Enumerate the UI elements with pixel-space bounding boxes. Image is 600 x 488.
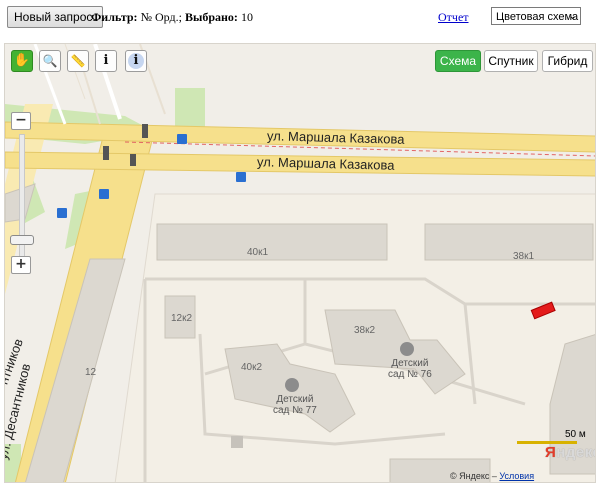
hand-icon: ✋ [13,53,31,68]
building-38k1 [424,223,594,261]
building-label-38k1: 38к1 [513,251,535,262]
kindergarten-76-line2: сад № 76 [388,369,432,380]
building-40k1 [156,223,388,261]
kindergarten-label-77: Детский сад № 77 [273,394,317,416]
map-type-scheme-button[interactable]: Схема [435,50,481,72]
map-type-hybrid-button[interactable]: Гибрид [542,50,593,72]
map-copyright: © Яндекс – Условия использования [450,471,595,482]
report-link[interactable]: Отчет [438,10,469,25]
kindergarten-76-line1: Детский [391,358,429,369]
map-canvas [5,44,595,482]
selected-count: 10 [240,10,253,24]
kindergarten-label-76: Детский сад № 76 [388,358,432,380]
zoom-in-button[interactable]: + [11,256,31,274]
kindergarten-77-line2: сад № 77 [273,405,317,416]
info-tool-button[interactable]: i [95,50,117,72]
ruler-icon: 📏 [70,54,86,68]
building-label-12k2: 12к2 [171,313,193,324]
zoom-area-tool-button[interactable]: 🔍 [39,50,61,72]
info-icon: i [103,53,109,68]
yandex-logo: Яндекс [545,444,595,461]
zoom-slider-thumb[interactable] [10,235,34,245]
filter-value: № Орд.; [140,10,182,24]
color-scheme-select[interactable]: Цветовая схема ⌄ [491,7,581,25]
selected-label: Выбрано: [184,10,238,24]
info-circle-icon: i [128,53,144,69]
plus-icon: + [15,256,27,272]
hand-tool-button[interactable]: ✋ [11,50,33,72]
building-label-38k2: 38к2 [354,325,376,336]
ruler-tool-button[interactable]: 📏 [67,50,89,72]
minus-icon: − [15,112,27,128]
building-label-40k1: 40к1 [247,247,269,258]
filter-label: Фильтр: [91,10,138,24]
filter-status: Фильтр: № Орд.; Выбрано: 10 [91,10,253,25]
building-label-12: 12 [85,367,97,378]
new-query-button[interactable]: Новый запрос. [7,6,103,28]
chevron-down-icon: ⌄ [568,11,577,22]
scale-label: 50 м [565,429,586,440]
zoom-out-button[interactable]: − [11,112,31,130]
color-scheme-value: Цветовая схема [496,11,579,23]
map-viewport[interactable]: ул. Маршала Казакова ул. Маршала Казаков… [4,43,596,483]
copyright-text: © Яндекс – [450,471,497,481]
info-alt-tool-button[interactable]: i [125,50,147,72]
map-type-satellite-button[interactable]: Спутник [484,50,538,72]
top-toolbar: Новый запрос. Фильтр: № Орд.; Выбрано: 1… [0,0,600,36]
kindergarten-77-line1: Детский [276,394,314,405]
building-label-40k2: 40к2 [241,362,263,373]
magnifier-icon: 🔍 [42,54,58,68]
